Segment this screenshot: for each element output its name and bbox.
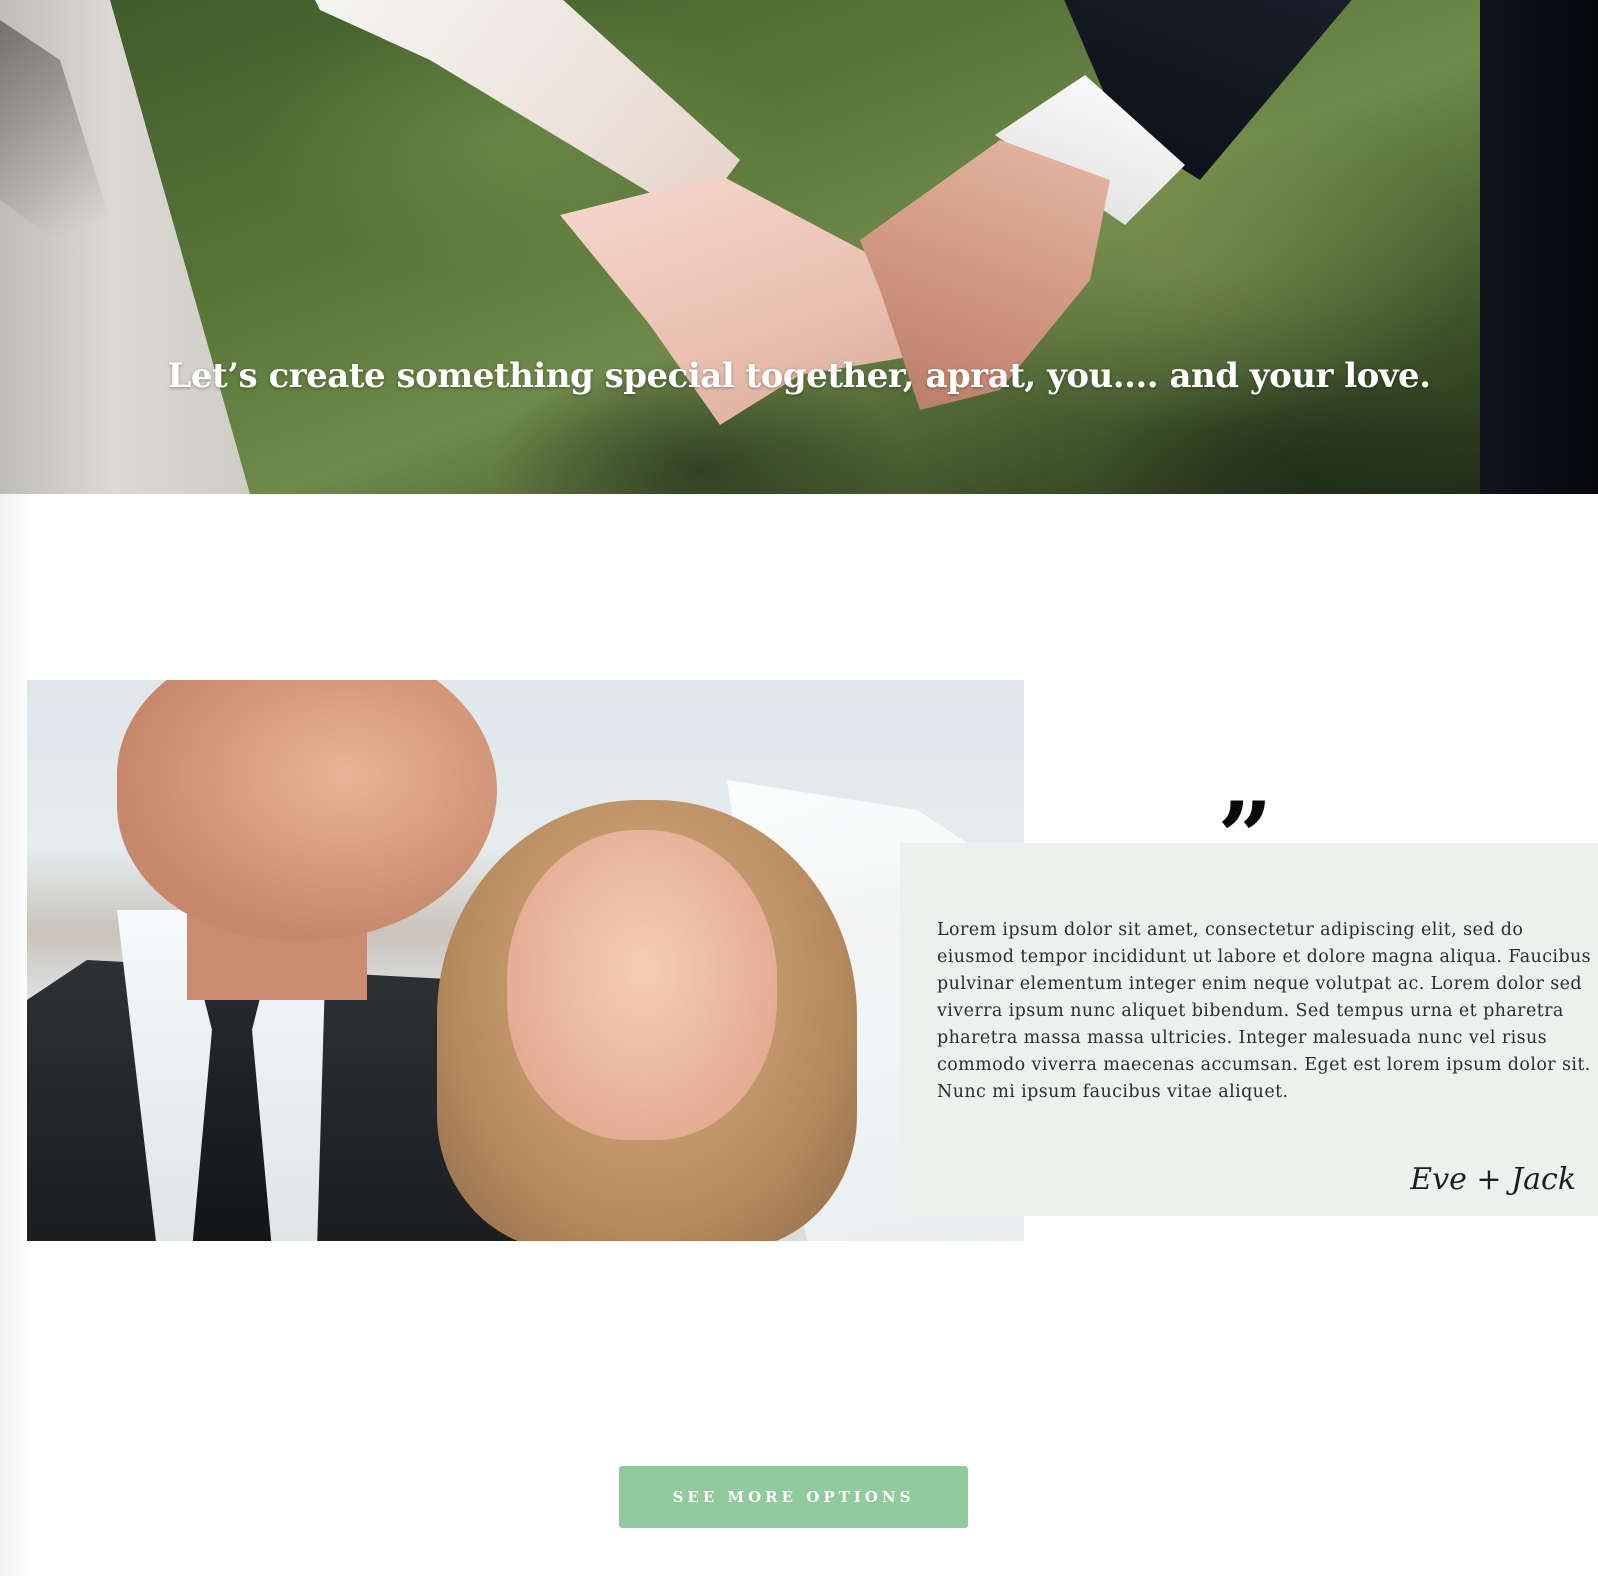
testimonial-signature: Eve + Jack <box>1410 1162 1576 1197</box>
couple-photo-groom-head <box>117 680 497 940</box>
testimonial-text: Lorem ipsum dolor sit amet, consectetur … <box>937 920 1592 1102</box>
quote-icon: ” <box>1217 781 1273 894</box>
couple-photo-bride-face <box>507 830 777 1140</box>
hero-banner: Let’s create something special together,… <box>0 0 1598 494</box>
see-more-options-button[interactable]: SEE MORE OPTIONS <box>619 1466 968 1528</box>
couple-photo <box>27 680 1024 1241</box>
hero-photo-groom-suit <box>1480 0 1598 494</box>
left-rail <box>0 494 30 1576</box>
hero-title: Let’s create something special together,… <box>167 356 1431 396</box>
